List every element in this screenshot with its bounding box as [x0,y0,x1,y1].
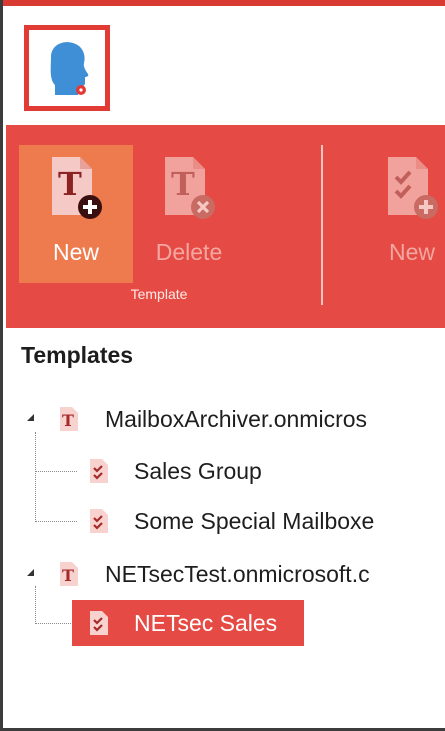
template-delete-icon: T [161,155,217,221]
tree-node-label: Some Special Mailboxe [134,507,375,534]
app-window: T New T Delete Template New Templates T … [0,0,445,731]
tree-line [35,471,77,472]
tree-node-label: Sales Group [134,457,262,484]
tree-node-label: MailboxArchiver.onmicros [105,405,368,432]
delete-template-button[interactable]: T Delete [132,145,246,283]
ribbon-separator [321,145,323,305]
expand-toggle-icon[interactable] [27,414,34,421]
tree-line [35,521,77,522]
svg-text:T: T [171,165,195,203]
template-t-icon: T [60,562,78,586]
tree-title: Templates [21,342,134,368]
tree-line [35,623,73,624]
tree-node-label: NETsecTest.onmicrosoft.c [105,560,370,587]
svg-text:T: T [62,566,74,585]
app-logo-button[interactable] [24,25,110,111]
expand-toggle-icon[interactable] [27,569,34,576]
tree-line [35,432,36,522]
tree-node-netsec-sales[interactable]: NETsec Sales [72,600,304,646]
new-checklist-label: New [388,239,435,265]
tree-node-netsectest[interactable]: T NETsecTest.onmicrosoft.c [58,557,370,591]
tree-node-sales-group[interactable]: Sales Group [88,454,262,488]
svg-text:T: T [58,165,82,203]
head-profile-icon [50,42,89,95]
template-new-icon: T [48,155,104,221]
ribbon-bar: T New T Delete Template New [6,125,445,328]
template-t-icon: T [60,407,78,431]
window-top-edge [3,0,445,6]
tree-line [35,586,36,624]
new-template-button[interactable]: T New [19,145,133,283]
tree-node-mailboxarchiver[interactable]: T MailboxArchiver.onmicros [58,402,367,436]
tree-node-some-special-mailboxes[interactable]: Some Special Mailboxe [88,504,374,538]
delete-template-label: Delete [155,239,223,265]
svg-text:T: T [62,411,74,430]
new-checklist-button[interactable]: New [355,145,445,283]
checklist-new-icon [384,155,440,221]
tree-node-label: NETsec Sales [134,609,278,636]
checklist-doc-icon [90,509,108,533]
templates-tree-panel: Templates T MailboxArchiver.onmicros Sal… [6,328,440,728]
ribbon-group-label-template: Template [130,286,188,302]
checklist-doc-icon [90,611,108,635]
new-template-label: New [52,239,99,265]
checklist-doc-icon [90,459,108,483]
